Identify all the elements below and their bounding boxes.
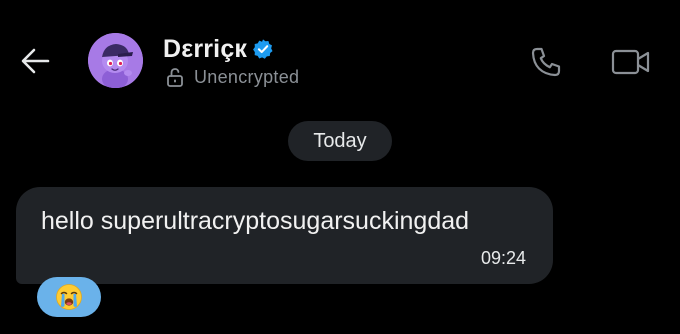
encryption-status-text: Unencrypted [194, 66, 300, 87]
date-separator-label: Today [313, 129, 367, 152]
dm-conversation-screen: Dεrriçк Unencrypted Today hello superult… [0, 0, 680, 334]
encryption-status: Unencrypted [165, 66, 299, 88]
avatar-character-image [88, 33, 143, 88]
unlocked-padlock-icon [165, 67, 185, 87]
verified-badge-icon [252, 38, 274, 60]
avatar[interactable] [88, 33, 143, 88]
contact-name-row[interactable]: Dεrriçк [163, 34, 274, 64]
message-bubble[interactable]: hello superultracryptosugarsuckingdad 09… [16, 187, 553, 284]
date-separator: Today [288, 121, 392, 161]
contact-name: Dεrriçк [163, 34, 248, 63]
message-timestamp: 09:24 [480, 248, 526, 268]
video-camera-icon [611, 49, 650, 75]
video-call-button[interactable] [610, 44, 652, 80]
message-text: hello superultracryptosugarsuckingdad [41, 207, 470, 235]
phone-icon [531, 47, 561, 77]
voice-call-button[interactable] [528, 44, 564, 80]
message-reaction[interactable] [37, 277, 101, 317]
back-button[interactable] [18, 46, 52, 76]
loudly-crying-face-icon [56, 284, 82, 310]
arrow-left-icon [21, 48, 50, 74]
